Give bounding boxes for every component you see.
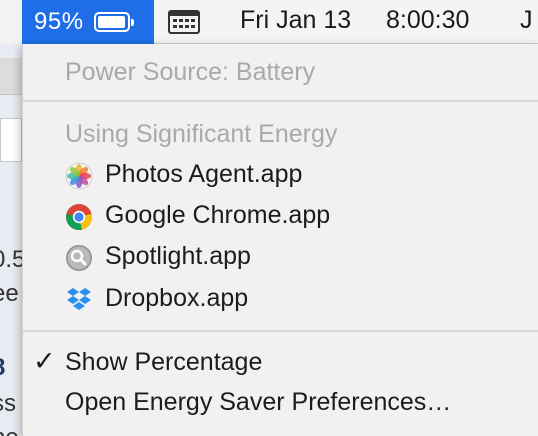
battery-percentage: 95% — [34, 8, 84, 35]
background-text: 0.5 — [0, 246, 24, 273]
menu-item-power-source: Power Source: Battery — [23, 52, 538, 92]
chrome-icon — [66, 204, 93, 231]
menu-bar-clock[interactable]: 8:00:30 — [386, 6, 469, 35]
menu-bar-date[interactable]: Fri Jan 13 — [240, 6, 351, 35]
energy-saver-label: Open Energy Saver Preferences… — [65, 388, 452, 416]
menu-item-spotlight[interactable]: Spotlight.app — [23, 236, 538, 276]
significant-energy-header: Using Significant Energy — [65, 120, 338, 148]
battery-status-menu[interactable]: 95% — [22, 0, 154, 44]
background-window: 0.5 ee 8 ss he Home button — [0, 44, 24, 436]
background-text: ss — [0, 390, 16, 417]
battery-icon — [93, 12, 134, 32]
background-text: ee — [0, 280, 19, 307]
app-name: Spotlight.app — [105, 242, 251, 270]
menu-item-photos-agent[interactable]: Photos Agent.app — [23, 154, 538, 194]
menu-bar: 95% Fri Jan 13 8:00:30 J — [0, 0, 538, 44]
menu-section-header: Using Significant Energy — [23, 114, 538, 154]
app-name: Google Chrome.app — [105, 201, 331, 229]
menu-item-show-percentage[interactable]: ✓ Show Percentage — [23, 342, 538, 382]
dropbox-icon — [67, 288, 91, 310]
photos-icon — [65, 162, 93, 190]
app-name: Dropbox.app — [105, 284, 249, 312]
menu-item-energy-saver-preferences[interactable]: Open Energy Saver Preferences… — [23, 382, 538, 422]
background-field — [0, 118, 22, 162]
menu-item-dropbox[interactable]: Dropbox.app — [23, 278, 538, 318]
battery-dropdown-menu: Power Source: Battery Using Significant … — [22, 44, 538, 436]
power-source-label: Power Source: Battery — [65, 58, 316, 86]
spotlight-icon — [66, 245, 92, 271]
menu-separator — [23, 330, 538, 332]
menu-bar-user[interactable]: J — [520, 6, 533, 35]
background-tab — [0, 58, 24, 95]
background-text: he Home button — [0, 424, 24, 436]
menu-item-google-chrome[interactable]: Google Chrome.app — [23, 195, 538, 235]
background-text: 8 — [0, 354, 5, 382]
checkmark-icon: ✓ — [33, 346, 56, 376]
menu-bar-left-edge — [0, 0, 22, 44]
battery-level-fill — [97, 16, 125, 28]
battery-terminal — [130, 19, 134, 26]
menu-separator — [23, 100, 538, 102]
show-percentage-label: Show Percentage — [65, 348, 263, 376]
calendar-icon[interactable] — [168, 10, 200, 34]
app-name: Photos Agent.app — [105, 160, 303, 188]
